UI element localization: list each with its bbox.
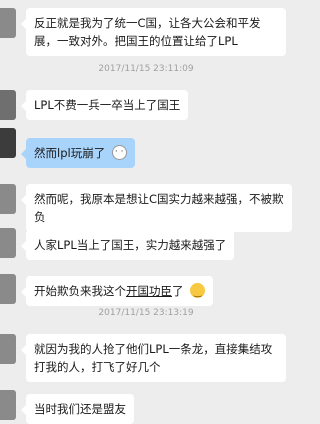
avatar[interactable] bbox=[0, 90, 16, 120]
message-text: 了 bbox=[172, 284, 184, 298]
message-bubble[interactable]: 反正就是我为了统一C国，让各大公会和平发展，一致对外。把国王的位置让给了LPL bbox=[21, 8, 286, 56]
message-text: 就因为我的人抢了他们LPL一条龙，直接集结攻打我的人，打飞了好几个 bbox=[34, 342, 273, 374]
message-bubble[interactable]: 开始欺负来我这个开国功臣了 bbox=[20, 276, 214, 306]
message-bubble[interactable]: 然而呢，我原本是想让C国实力越来越强，不被欺负 bbox=[21, 184, 292, 232]
avatar[interactable] bbox=[0, 128, 16, 158]
message-text: 开始欺负来我这个 bbox=[34, 284, 126, 298]
avatar[interactable] bbox=[0, 228, 16, 258]
avatar[interactable] bbox=[0, 274, 16, 304]
message-text: 当时我们还是盟友 bbox=[34, 402, 126, 416]
message-text: 然而呢，我原本是想让C国实力越来越强，不被欺负 bbox=[34, 192, 284, 224]
message-bubble[interactable]: 然而lpl玩崩了 bbox=[21, 138, 135, 168]
message-bubble[interactable]: 人家LPL当上了国王，实力越来越强了 bbox=[20, 230, 235, 260]
message-text: 人家LPL当上了国王，实力越来越强了 bbox=[34, 238, 227, 252]
timestamp: 2017/11/15 23:13:19 bbox=[98, 308, 194, 318]
message-bubble[interactable]: 当时我们还是盟友 bbox=[21, 394, 134, 424]
avatar[interactable] bbox=[0, 334, 16, 364]
avatar[interactable] bbox=[0, 390, 16, 420]
message-bubble[interactable]: LPL不费一兵一卒当上了国王 bbox=[20, 90, 189, 120]
timestamp: 2017/11/15 23:11:09 bbox=[98, 64, 194, 74]
message-text: LPL不费一兵一卒当上了国王 bbox=[34, 98, 181, 112]
avatar[interactable] bbox=[0, 184, 16, 214]
message-text: 然而lpl玩崩了 bbox=[34, 146, 106, 160]
avatar[interactable] bbox=[0, 8, 16, 38]
message-text: 反正就是我为了统一C国，让各大公会和平发展，一致对外。把国王的位置让给了LPL bbox=[34, 16, 261, 48]
message-underlined-text: 开国功臣 bbox=[126, 284, 172, 298]
cat-face-emoji-icon bbox=[111, 143, 127, 161]
message-bubble[interactable]: 就因为我的人抢了他们LPL一条龙，直接集结攻打我的人，打飞了好几个 bbox=[21, 334, 286, 382]
smiley-emoji-icon bbox=[190, 283, 206, 302]
